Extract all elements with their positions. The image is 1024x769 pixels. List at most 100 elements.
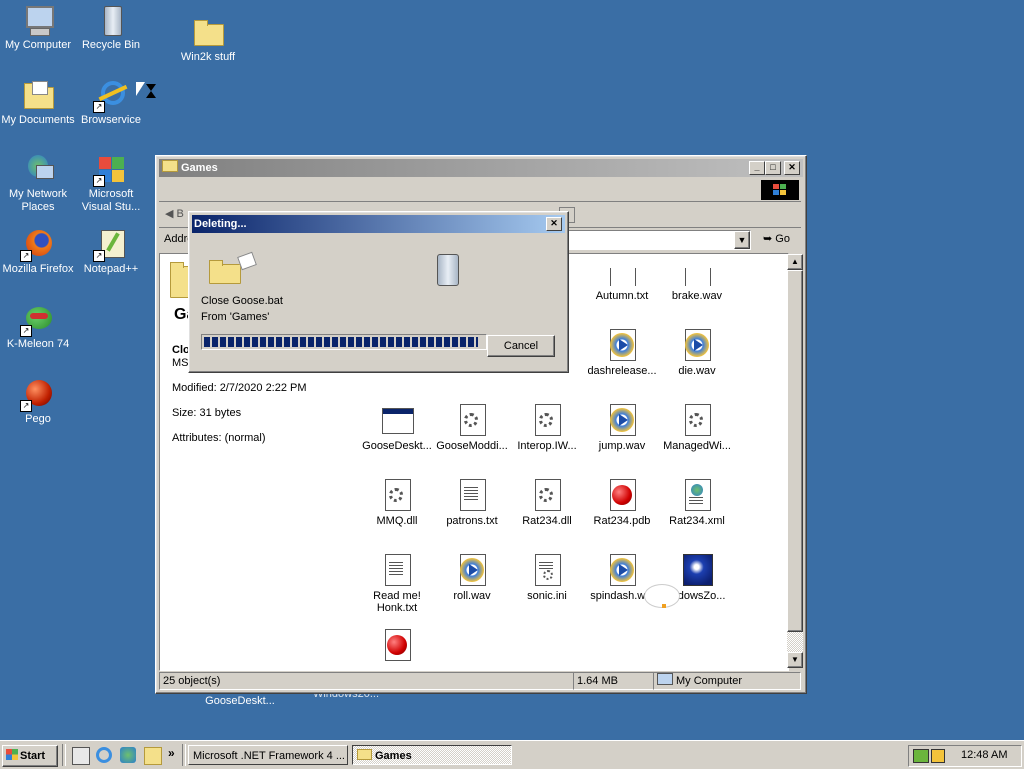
close-button[interactable]: ✕ xyxy=(784,161,800,175)
visual-studio-icon: ↗ xyxy=(93,153,127,187)
address-dropdown-button[interactable]: ▼ xyxy=(734,231,750,249)
folder-icon xyxy=(357,749,372,760)
outlook-express-icon[interactable] xyxy=(120,747,136,763)
dll-file-icon xyxy=(531,404,563,436)
desktop-icon-my-computer[interactable]: My Computer xyxy=(0,4,76,52)
dll-file-icon xyxy=(681,404,713,436)
scroll-up-button[interactable]: ▲ xyxy=(787,254,803,270)
explorer-icon[interactable] xyxy=(144,747,162,765)
scroll-thumb[interactable] xyxy=(787,270,803,632)
tray-app-icon[interactable] xyxy=(931,749,945,763)
clock[interactable]: 12:48 AM xyxy=(961,749,1007,761)
xml-file-icon xyxy=(681,479,713,511)
file-item[interactable] xyxy=(359,629,435,665)
sonic-image-icon xyxy=(681,554,713,586)
file-item[interactable]: ManagedWi... xyxy=(659,404,735,452)
file-label: sonic.ini xyxy=(527,590,567,602)
vertical-scrollbar[interactable]: ▲ ▼ xyxy=(787,254,803,668)
desktop-icon-label: Win2k stuff xyxy=(180,51,236,63)
network-places-icon xyxy=(22,153,54,185)
file-label: Autumn.txt xyxy=(595,290,649,302)
shortcut-arrow-icon: ↗ xyxy=(20,250,32,262)
task-button-dotnet[interactable]: Microsoft .NET Framework 4 ... xyxy=(188,745,348,765)
start-button[interactable]: Start xyxy=(2,745,58,767)
system-tray: 12:48 AM xyxy=(908,745,1022,767)
file-item[interactable]: GooseDeskt... xyxy=(359,404,435,452)
file-item[interactable]: Autumn.txt xyxy=(584,268,660,302)
pego-icon: ↗ xyxy=(20,378,54,412)
file-label: GooseDeskt... xyxy=(362,440,432,452)
file-label: roll.wav xyxy=(453,590,491,602)
dialog-close-button[interactable]: ✕ xyxy=(546,217,562,231)
shortcut-arrow-icon: ↗ xyxy=(93,250,105,262)
panel-size: Size: 31 bytes xyxy=(172,407,242,419)
panel-modified: Modified: 2/7/2020 2:22 PM xyxy=(172,382,307,394)
ini-file-icon xyxy=(531,554,563,586)
desktop-icon-visual-studio[interactable]: ↗ Microsoft Visual Stu... xyxy=(73,153,149,214)
progress-bar xyxy=(201,334,487,350)
internet-explorer-icon[interactable] xyxy=(96,747,112,763)
scroll-down-button[interactable]: ▼ xyxy=(787,652,803,668)
shortcut-arrow-icon: ↗ xyxy=(20,325,32,337)
file-item[interactable]: jump.wav xyxy=(584,404,660,452)
minimize-button[interactable]: _ xyxy=(749,161,765,175)
taskbar-divider xyxy=(62,744,66,766)
desktop-icon-win2k-stuff[interactable]: Win2k stuff xyxy=(170,16,246,64)
window-title: Games xyxy=(181,162,218,174)
dialog-titlebar[interactable]: Deleting... ✕ xyxy=(192,215,565,233)
my-computer-icon xyxy=(22,4,54,36)
tray-network-icon[interactable] xyxy=(913,749,929,763)
panel-attributes: Attributes: (normal) xyxy=(172,432,266,444)
status-objects: 25 object(s) xyxy=(159,672,574,690)
file-item[interactable]: MMQ.dll xyxy=(359,479,435,527)
file-item[interactable]: roll.wav xyxy=(434,554,510,602)
file-item[interactable]: die.wav xyxy=(659,329,735,377)
flying-folder-icon xyxy=(209,251,259,286)
desktop-icon-pego[interactable]: ↗ Pego xyxy=(0,378,76,426)
desktop-icon-network-places[interactable]: My Network Places xyxy=(0,153,76,214)
file-item[interactable]: Interop.IW... xyxy=(509,404,585,452)
file-item[interactable]: sonic.ini xyxy=(509,554,585,602)
cancel-button[interactable]: Cancel xyxy=(487,335,555,357)
quicklaunch-chevron-icon[interactable]: » xyxy=(168,746,175,760)
file-label: Read me! Honk.txt xyxy=(373,590,421,614)
dialog-title: Deleting... xyxy=(194,218,247,230)
file-item[interactable]: Read me! Honk.txt xyxy=(359,554,435,614)
explorer-titlebar[interactable]: Games _ □ ✕ xyxy=(159,159,803,177)
desktop-icon-recycle-bin[interactable]: Recycle Bin xyxy=(73,4,149,52)
status-size: 1.64 MB xyxy=(573,672,654,690)
desktop-icon-firefox[interactable]: ↗ Mozilla Firefox xyxy=(0,228,76,276)
desktop-icon-notepadpp[interactable]: ↗ Notepad++ xyxy=(73,228,149,276)
application-icon xyxy=(381,404,414,436)
desktop-icon-label: My Network Places xyxy=(8,188,68,213)
folder-icon xyxy=(192,16,224,48)
taskbar: Start » Microsoft .NET Framework 4 ... G… xyxy=(0,740,1024,769)
file-item[interactable]: Rat234.dll xyxy=(509,479,585,527)
shortcut-arrow-icon: ↗ xyxy=(93,101,105,113)
desktop-icon-goose-desktop[interactable]: GooseDeskt... xyxy=(202,695,278,708)
goose-icon xyxy=(642,560,682,616)
file-label: jump.wav xyxy=(598,440,646,452)
file-item[interactable]: patrons.txt xyxy=(434,479,510,527)
wav-file-icon xyxy=(606,404,638,436)
go-button[interactable]: ➥ Go xyxy=(763,232,790,245)
desktop-icon-my-documents[interactable]: My Documents xyxy=(0,79,76,127)
pdb-file-icon xyxy=(606,479,638,511)
dll-file-icon xyxy=(531,479,563,511)
maximize-button[interactable]: □ xyxy=(765,161,781,175)
back-button[interactable]: ◀ B xyxy=(165,207,184,220)
file-item[interactable]: Rat234.pdb xyxy=(584,479,660,527)
file-label: Rat234.dll xyxy=(522,515,572,527)
desktop-icon-kmeleon[interactable]: ↗ K-Meleon 74 xyxy=(0,303,76,351)
show-desktop-icon[interactable] xyxy=(72,747,90,765)
desktop-icon-label: K-Meleon 74 xyxy=(6,338,70,350)
internet-explorer-icon: ↗ xyxy=(93,79,128,113)
file-item[interactable]: Rat234.xml xyxy=(659,479,735,527)
task-button-games[interactable]: Games xyxy=(352,745,512,765)
file-label: ManagedWi... xyxy=(663,440,731,452)
file-item[interactable]: dashrelease... xyxy=(584,329,660,377)
file-item[interactable]: GooseModdi... xyxy=(434,404,510,452)
file-item[interactable]: brake.wav xyxy=(659,268,735,302)
notepadpp-icon: ↗ xyxy=(93,228,127,262)
cursor-busy-icon xyxy=(136,82,158,104)
